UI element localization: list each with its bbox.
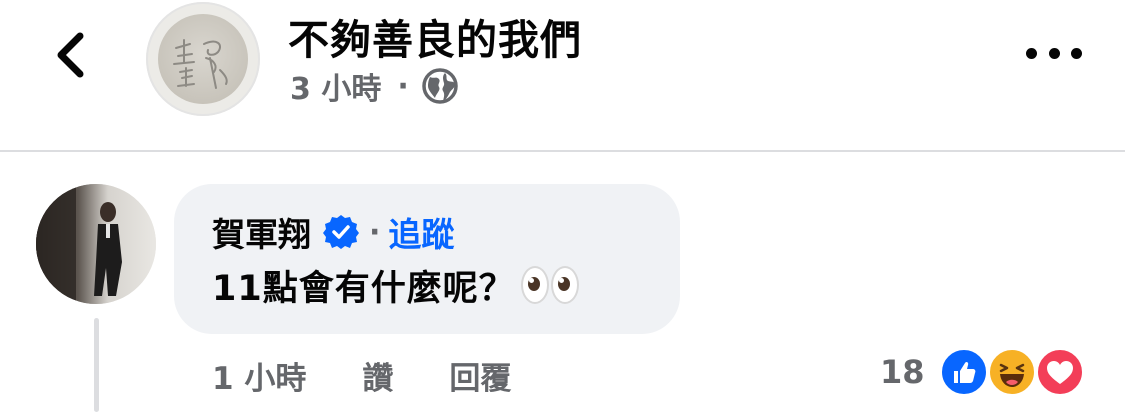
reply-button[interactable]: 回覆: [449, 353, 511, 398]
reaction-count: 18: [880, 353, 925, 391]
comment-actions: 1 小時 讚 回覆: [212, 352, 511, 398]
comment-body: 11點會有什麼呢？: [212, 260, 581, 310]
reaction-summary[interactable]: 18: [880, 346, 1087, 398]
back-button[interactable]: [44, 22, 100, 88]
comment-timestamp[interactable]: 1 小時: [212, 353, 306, 398]
haha-reaction-icon: [986, 347, 1037, 397]
page-title[interactable]: 不夠善良的我們: [288, 6, 582, 66]
page-avatar[interactable]: [146, 2, 260, 116]
comment-author-row: 賀軍翔 · 追蹤: [212, 208, 454, 256]
commenter-photo: [36, 184, 156, 304]
verified-badge-icon: [323, 215, 359, 249]
post-header: 不夠善良的我們 3 小時 ·: [0, 0, 1125, 150]
comment-author-name[interactable]: 賀軍翔: [212, 208, 311, 256]
eye-left-icon: [520, 266, 549, 304]
eyes-emoji: [520, 266, 581, 304]
eye-right-icon: [550, 266, 579, 304]
page-avatar-image: [158, 14, 248, 104]
more-dot-icon: [1048, 47, 1060, 59]
author-separator: ·: [369, 214, 381, 250]
calligraphy-logo: [173, 39, 228, 89]
like-reaction-icon: [938, 347, 989, 397]
meta-separator: ·: [397, 68, 409, 104]
follow-button[interactable]: 追蹤: [388, 208, 454, 256]
reply-thread-line: [94, 318, 99, 412]
more-dot-icon: [1071, 47, 1082, 59]
more-dot-icon: [1026, 47, 1037, 59]
comment-text: 11點會有什麼呢？: [212, 268, 515, 309]
reaction-icons: [938, 347, 1087, 397]
globe-icon: [421, 68, 458, 104]
post-meta: 3 小時 ·: [290, 64, 459, 108]
commenter-avatar[interactable]: [36, 184, 156, 304]
header-divider: [0, 150, 1125, 152]
chevron-left-icon: [57, 32, 84, 78]
love-reaction-icon: [1034, 347, 1085, 397]
more-options-button[interactable]: [1026, 38, 1082, 68]
like-button[interactable]: 讚: [362, 353, 393, 398]
post-timestamp[interactable]: 3 小時: [290, 64, 381, 108]
